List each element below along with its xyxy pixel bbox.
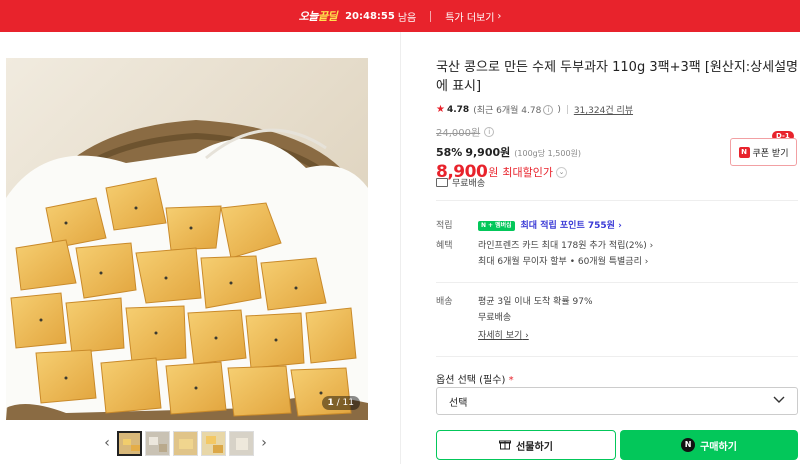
- truck-icon: [436, 178, 448, 187]
- image-page-indicator: 1 / 11: [321, 396, 360, 410]
- thumbnail-1[interactable]: [117, 430, 142, 456]
- unit-price: (100g당 1,500원): [514, 149, 582, 158]
- chevron-down-icon: [773, 396, 785, 407]
- rating-row: ★ 4.78 (최근 6개월 4.78 i) 31,324건 리뷰: [436, 103, 634, 116]
- benefit-installment-link[interactable]: 최대 6개월 무이자 할부 • 60개월 특별금리 ›: [478, 254, 653, 270]
- timer-remain-label: 남음: [397, 12, 417, 24]
- banner-divider: [430, 10, 432, 22]
- benefit-card-link[interactable]: 라인프렌즈 카드 최대 178원 추가 적립(2%) ›: [478, 238, 653, 254]
- price-info-icon[interactable]: i: [484, 126, 495, 137]
- section-divider: [436, 282, 798, 283]
- shipping-text: 무료배송: [452, 179, 486, 189]
- delivery-label: 배송: [436, 297, 453, 307]
- option-label: 옵션 선택 (필수) *: [436, 375, 514, 386]
- review-link[interactable]: 31,324건 리뷰: [574, 103, 633, 116]
- chevron-down-icon[interactable]: ⌄: [556, 166, 568, 178]
- column-divider: [400, 32, 401, 464]
- thumbnail-3[interactable]: [173, 430, 198, 456]
- naver-n-icon: N: [738, 146, 750, 158]
- more-deals-link[interactable]: 특가 더보기 ›: [445, 9, 501, 24]
- chevron-right-icon: ›: [497, 10, 502, 22]
- option-select[interactable]: 선택: [436, 387, 798, 415]
- delivery-estimate: 평균 3일 이내 도착 확률 97%: [478, 297, 593, 307]
- rating-recent: (최근 6개월 4.78: [473, 106, 542, 116]
- product-title: 국산 콩으로 만든 수제 두부과자 110g 3팩+3팩 [원산지:상세설명에 …: [436, 60, 798, 94]
- coupon-button[interactable]: N 쿠폰 받기: [730, 138, 797, 166]
- npay-membership-badge: N + 멤버십: [478, 220, 515, 231]
- max-discount-label: 최대할인가: [502, 166, 554, 179]
- thumbnail-4[interactable]: [201, 430, 226, 456]
- thumbnail-2[interactable]: [145, 430, 170, 456]
- option-select-value: 선택: [449, 397, 468, 409]
- sale-price: 9,900원: [465, 146, 511, 159]
- today-deal-badge: 오늘끝딜: [298, 10, 338, 23]
- thumbnail-5[interactable]: [229, 430, 254, 456]
- max-points-link[interactable]: 최대 적립 포인트 755원 ›: [521, 221, 622, 231]
- section-divider: [436, 200, 798, 201]
- points-label: 적립: [436, 221, 453, 231]
- buy-button[interactable]: N 구매하기: [620, 430, 798, 460]
- final-price-currency: 원: [488, 166, 499, 179]
- star-icon: ★: [436, 104, 445, 115]
- naver-pay-icon: N: [681, 438, 696, 452]
- gift-icon: [499, 438, 512, 453]
- original-price: 24,000원: [436, 128, 481, 139]
- thumbnail-strip: ‹ ›: [100, 429, 271, 457]
- thumbnail-next-icon[interactable]: ›: [257, 431, 271, 455]
- delivery-free: 무료배송: [478, 313, 512, 323]
- deal-banner: 오늘끝딜 20:48:55 남음 특가 더보기 ›: [0, 0, 800, 32]
- product-main-image[interactable]: 1 / 11: [6, 58, 368, 420]
- benefit-label: 혜택: [436, 241, 453, 251]
- info-icon[interactable]: i: [543, 104, 554, 115]
- tofu-snack-photo: [6, 58, 368, 420]
- delivery-more-link[interactable]: 자세히 보기 ›: [478, 328, 593, 344]
- shipping-row: 무료배송: [436, 176, 485, 189]
- deal-timer: 20:48:55: [345, 10, 395, 22]
- thumbnail-prev-icon[interactable]: ‹: [100, 431, 114, 455]
- section-divider: [436, 356, 798, 357]
- discount-percent: 58%: [436, 146, 463, 159]
- rating-score: 4.78: [446, 104, 470, 115]
- rating-divider: [566, 105, 568, 114]
- gift-button[interactable]: 선물하기: [436, 430, 616, 460]
- original-price-row: 24,000원 i: [436, 124, 798, 139]
